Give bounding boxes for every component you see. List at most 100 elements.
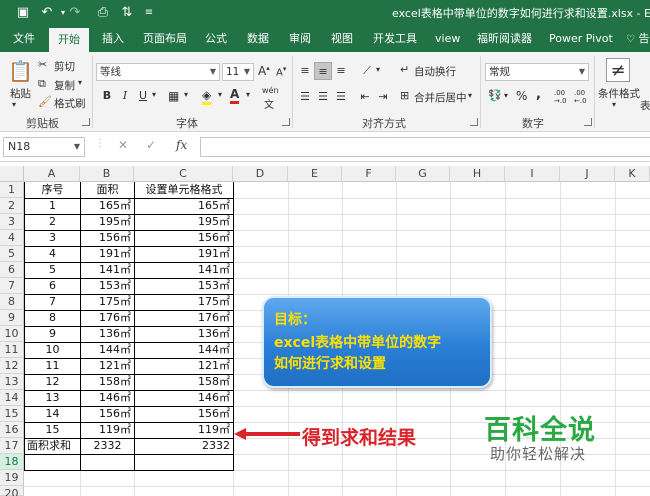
table-cell[interactable]: 10: [25, 342, 80, 358]
table-cell[interactable]: 176㎡: [135, 310, 233, 326]
merge-center-button[interactable]: 合并后居中: [414, 90, 467, 105]
conditional-formatting-button[interactable]: 条件格式: [598, 86, 640, 101]
decrease-indent-icon[interactable]: ⇤: [356, 88, 374, 106]
conditional-dropdown-icon[interactable]: ▾: [612, 100, 616, 109]
table-cell[interactable]: 175㎡: [135, 294, 233, 310]
orientation-dropdown-icon[interactable]: ▾: [376, 65, 380, 74]
tab-formulas[interactable]: 公式: [205, 26, 227, 52]
column-header-k[interactable]: K: [615, 166, 650, 182]
row-header[interactable]: 14: [0, 390, 24, 406]
table-cell[interactable]: 191㎡: [135, 246, 233, 262]
table-cell[interactable]: 156㎡: [135, 406, 233, 422]
paste-dropdown-icon[interactable]: ▾: [12, 100, 16, 109]
column-header-e[interactable]: E: [288, 166, 342, 182]
table-header-cell[interactable]: 设置单元格格式: [135, 182, 233, 198]
table-cell[interactable]: 5: [25, 262, 80, 278]
table-cell[interactable]: 175㎡: [81, 294, 134, 310]
table-cell[interactable]: 9: [25, 326, 80, 342]
table-cell[interactable]: 158㎡: [135, 374, 233, 390]
shrink-font-button[interactable]: A▾: [276, 65, 286, 78]
column-header-i[interactable]: I: [505, 166, 560, 182]
row-header[interactable]: 9: [0, 310, 24, 326]
tab-data[interactable]: 数据: [247, 26, 269, 52]
row-header[interactable]: 11: [0, 342, 24, 358]
row-header-selected[interactable]: 18: [0, 454, 24, 470]
total-cell[interactable]: 2332: [135, 438, 233, 454]
row-header[interactable]: 10: [0, 326, 24, 342]
table-cell[interactable]: 119㎡: [135, 422, 233, 438]
decrease-decimal-button[interactable]: .00 ←.0: [574, 89, 590, 105]
save-icon[interactable]: ▣: [14, 4, 32, 22]
paste-button[interactable]: 粘贴: [10, 86, 31, 101]
table-cell[interactable]: 13: [25, 390, 80, 406]
number-format-select[interactable]: 常规 ▼: [485, 63, 589, 81]
format-painter-icon[interactable]: 🖌: [38, 95, 52, 108]
table-cell[interactable]: 191㎡: [81, 246, 134, 262]
table-cell[interactable]: 2: [25, 214, 80, 230]
table-cell[interactable]: 156㎡: [135, 230, 233, 246]
orientation-icon[interactable]: ⟋: [358, 62, 376, 80]
alignment-launcher-icon[interactable]: [470, 118, 478, 126]
wrap-text-button[interactable]: 自动换行: [414, 64, 456, 79]
column-header-g[interactable]: G: [396, 166, 450, 182]
column-header-b[interactable]: B: [80, 166, 134, 182]
font-color-icon[interactable]: A: [230, 87, 240, 104]
table-cell[interactable]: 146㎡: [135, 390, 233, 406]
row-header[interactable]: 2: [0, 198, 24, 214]
row-header[interactable]: 3: [0, 214, 24, 230]
fill-dropdown-icon[interactable]: ▾: [218, 90, 222, 99]
table-cell[interactable]: 144㎡: [81, 342, 134, 358]
print-preview-icon[interactable]: ⎙: [94, 4, 112, 22]
tab-file[interactable]: 文件: [13, 26, 35, 52]
table-cell[interactable]: 7: [25, 294, 80, 310]
table-cell[interactable]: 141㎡: [81, 262, 134, 278]
formula-input[interactable]: [200, 137, 650, 157]
comma-button[interactable]: ,: [536, 87, 541, 102]
table-cell[interactable]: 11: [25, 358, 80, 374]
tab-view[interactable]: 视图: [331, 26, 353, 52]
tab-power-pivot[interactable]: Power Pivot: [549, 26, 613, 52]
table-cell[interactable]: 14: [25, 406, 80, 422]
select-all-corner[interactable]: [0, 166, 24, 182]
table-cell[interactable]: 153㎡: [135, 278, 233, 294]
phonetic-button[interactable]: wén: [262, 86, 279, 95]
copy-icon[interactable]: ⧉: [38, 77, 46, 91]
enter-icon[interactable]: ✓: [146, 138, 156, 152]
align-middle-icon[interactable]: ≡: [314, 62, 332, 80]
align-top-icon[interactable]: ≡: [296, 62, 314, 80]
border-icon[interactable]: ▦: [168, 89, 179, 103]
table-header-cell[interactable]: 面积: [81, 182, 134, 198]
align-bottom-icon[interactable]: ≡: [332, 62, 350, 80]
increase-indent-icon[interactable]: ⇥: [374, 88, 392, 106]
copy-button[interactable]: 复制: [54, 78, 75, 93]
total-cell[interactable]: 2332: [81, 438, 134, 454]
paste-icon[interactable]: 📋: [8, 58, 33, 84]
column-header-d[interactable]: D: [233, 166, 288, 182]
tab-page-layout[interactable]: 页面布局: [143, 26, 187, 52]
table-cell[interactable]: 1: [25, 198, 80, 214]
tab-home[interactable]: 开始: [49, 28, 89, 52]
fill-color-icon[interactable]: ◈: [202, 88, 212, 105]
column-header-c[interactable]: C: [134, 166, 233, 182]
table-cell[interactable]: 119㎡: [81, 422, 134, 438]
copy-dropdown-icon[interactable]: ▾: [78, 78, 82, 87]
tab-foxit-reader[interactable]: 福昕阅读器: [477, 26, 532, 52]
table-cell[interactable]: 121㎡: [135, 358, 233, 374]
tab-review[interactable]: 审阅: [289, 26, 311, 52]
name-box[interactable]: N18 ▼: [3, 137, 85, 157]
table-cell[interactable]: 195㎡: [81, 214, 134, 230]
insert-function-icon[interactable]: fx: [176, 138, 187, 152]
tab-insert[interactable]: 插入: [102, 26, 124, 52]
table-cell[interactable]: 121㎡: [81, 358, 134, 374]
customize-icon[interactable]: ≡: [140, 4, 158, 22]
tab-developer[interactable]: 开发工具: [373, 26, 417, 52]
column-header-f[interactable]: F: [342, 166, 396, 182]
italic-button[interactable]: I: [116, 87, 134, 105]
column-header-h[interactable]: H: [450, 166, 505, 182]
row-header[interactable]: 7: [0, 278, 24, 294]
underline-dropdown-icon[interactable]: ▾: [152, 90, 156, 99]
redo-icon[interactable]: ↷: [66, 4, 84, 22]
number-launcher-icon[interactable]: [584, 118, 592, 126]
row-header[interactable]: 19: [0, 470, 24, 486]
table-cell[interactable]: 156㎡: [81, 230, 134, 246]
